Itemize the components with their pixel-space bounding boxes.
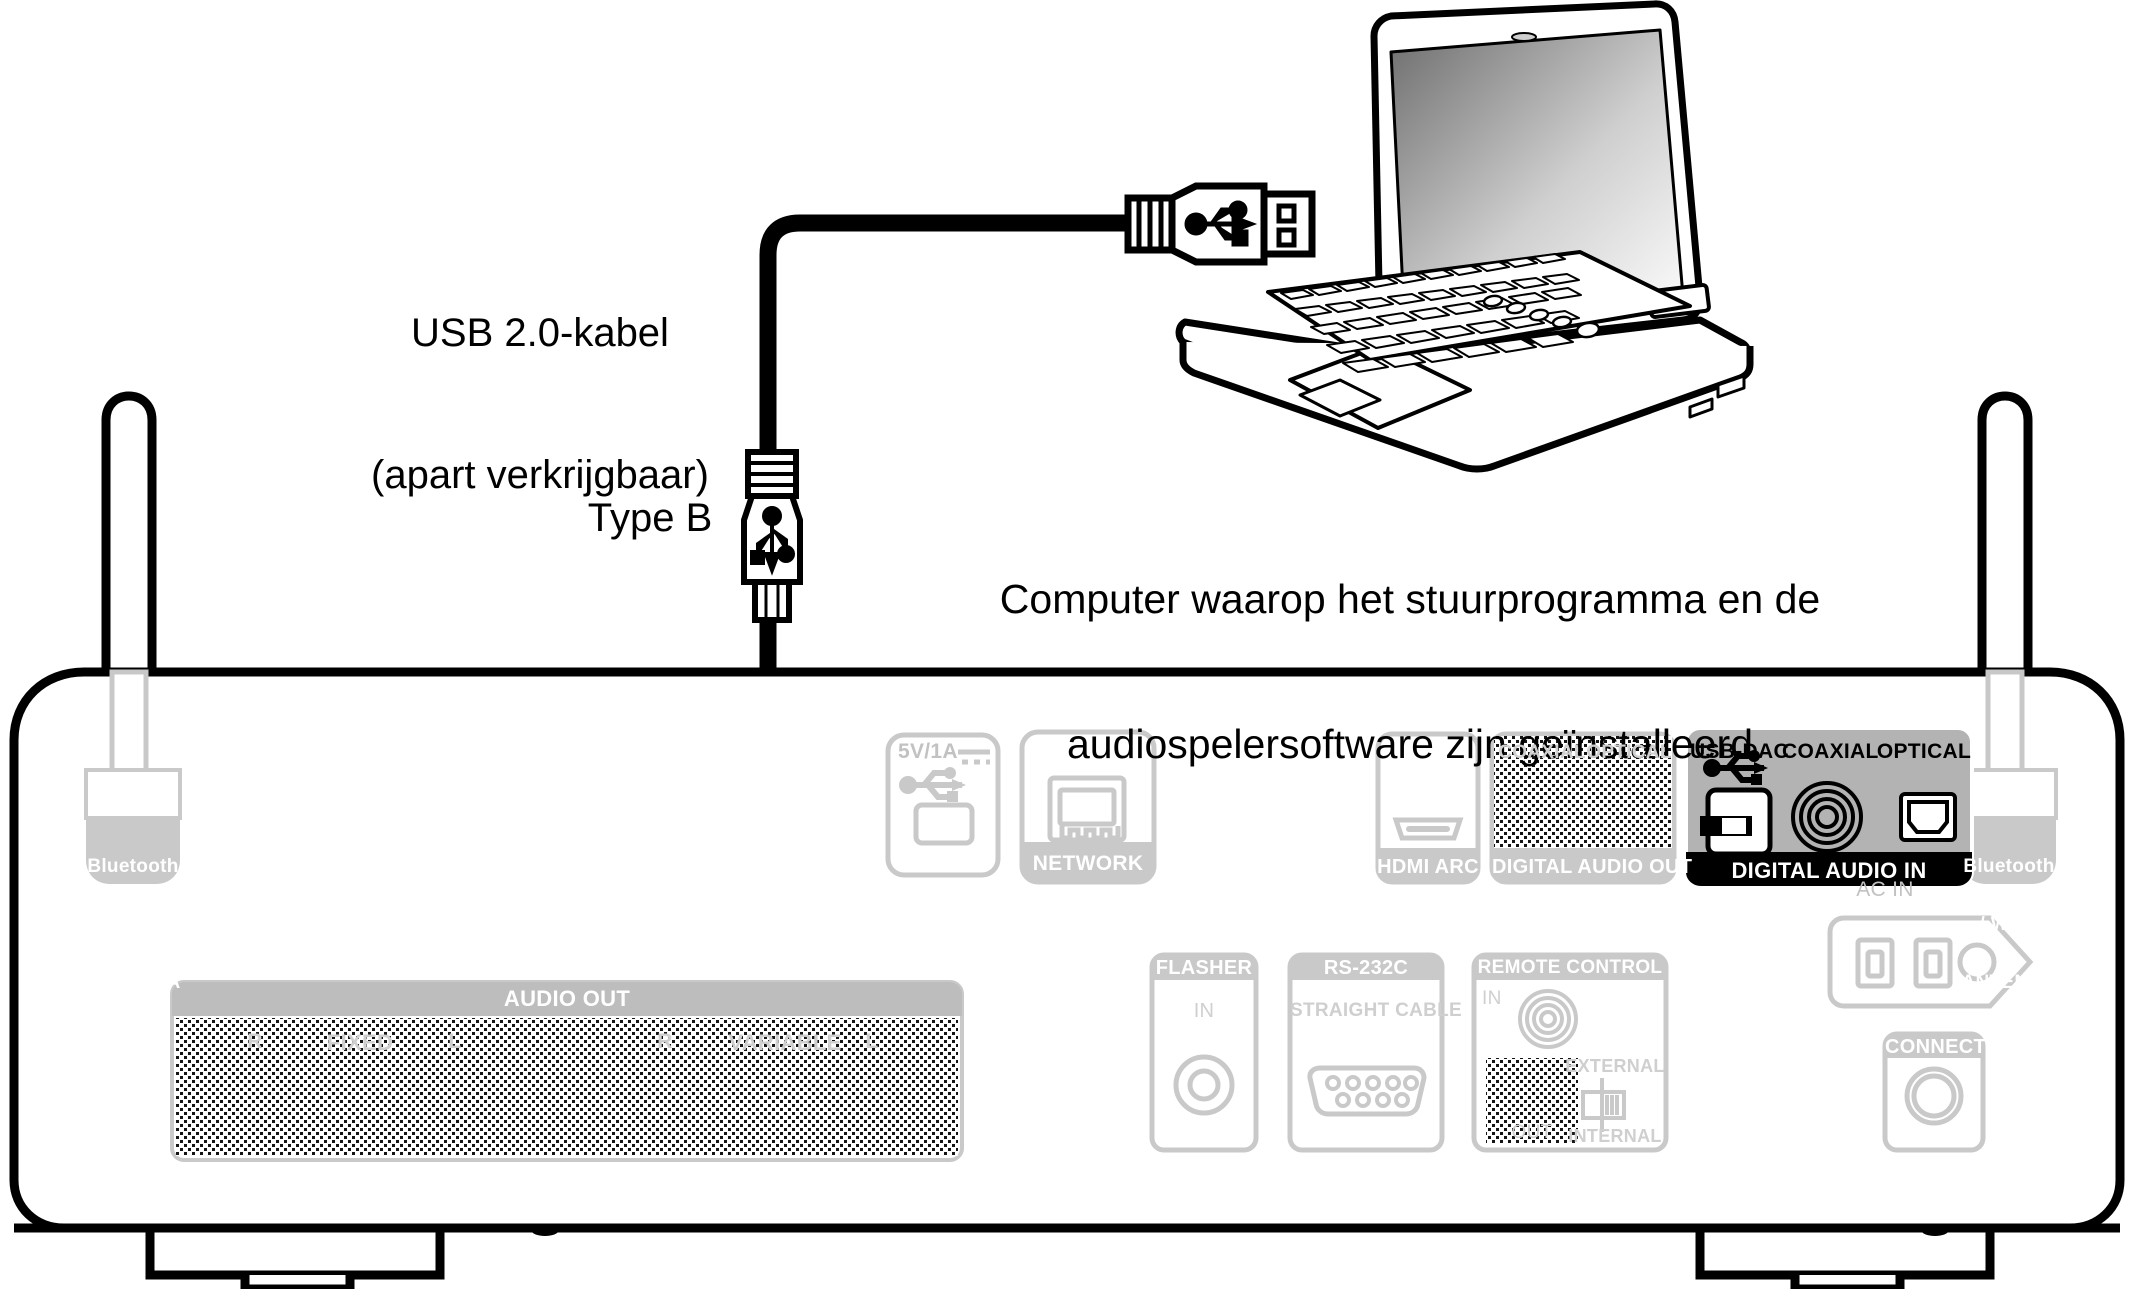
digital-audio-in-usb-dac-label: USB-DAC <box>1690 740 1789 763</box>
usb-type-a-plug <box>1124 182 1316 266</box>
computer-callout-line1: Computer waarop het stuurprogramma en de <box>999 575 1821 622</box>
diagram-canvas: USB 2.0-kabel (apart verkrijgbaar) Type … <box>0 0 2133 1289</box>
connect-label: CONNECT <box>1885 1036 1986 1058</box>
remote-control-panel <box>1471 952 1669 1153</box>
remote-control-out-label: OUT <box>1511 1122 1553 1143</box>
remote-control-label: REMOTE CONTROL <box>1477 957 1663 978</box>
usb-cable-callout-line2: (apart verkrijgbaar) <box>371 452 709 497</box>
audio-out-group-label: AUDIO OUT <box>503 986 631 1011</box>
antenna-label-right-line3: ANTENNA <box>1961 972 2057 993</box>
digital-audio-out-coaxial-label: COAXIAL <box>1498 742 1586 763</box>
audio-out-variable-label: VARIABLE <box>728 1030 842 1055</box>
remote-control-internal-label: INTERNAL <box>1568 1126 1662 1146</box>
computer-callout: Computer waarop het stuurprogramma en de… <box>960 478 1860 865</box>
antenna-label-left: Bluetooth / Wi-Fi ANTENNA <box>84 818 182 1031</box>
rs232c-cable-label: STRAIGHT CABLE <box>1290 1000 1463 1021</box>
usb-cable-callout-line1: USB 2.0-kabel <box>411 311 669 356</box>
audio-out-jack-label-r1: R <box>247 1030 263 1053</box>
antenna-right <box>1977 391 2033 685</box>
flasher-in-panel <box>1149 952 1259 1153</box>
flasher-label: FLASHER <box>1155 957 1253 979</box>
usb-power-rating-label: 5V/1A <box>898 740 958 763</box>
rs232c-label: RS-232C <box>1323 957 1409 979</box>
digital-audio-in-optical-label: OPTICAL <box>1876 740 1972 763</box>
optical-in-jack <box>1899 792 1957 842</box>
remote-control-in-label: IN <box>1482 988 1502 1009</box>
network-port-label: NETWORK <box>1032 852 1144 875</box>
antenna-label-right-line2: / Wi-Fi <box>1979 913 2039 935</box>
flasher-in-label: IN <box>1193 1000 1215 1022</box>
antenna-label-left-line3: ANTENNA <box>85 972 181 993</box>
digital-audio-out-group-label: DIGITAL AUDIO OUT <box>1492 856 1693 878</box>
ac-in-label: AC IN <box>1856 878 1914 901</box>
digital-audio-out-optical-label: OPTICAL <box>1586 742 1672 763</box>
connector-type-callout: Type B <box>587 496 713 540</box>
hdmi-arc-label: HDMI ARC <box>1377 856 1479 878</box>
audio-out-fixed-label: FIXED <box>326 1030 394 1055</box>
antenna-left <box>101 391 157 685</box>
antenna-label-left-line1: Bluetooth <box>87 855 179 877</box>
remote-control-external-label: EXTERNAL <box>1565 1056 1665 1076</box>
antenna-label-left-line2: / Wi-Fi <box>103 913 163 935</box>
antenna-label-right: Bluetooth / Wi-Fi ANTENNA <box>1960 818 2058 1031</box>
digital-audio-in-coaxial-label: COAXIAL <box>1782 740 1879 763</box>
antenna-label-right-line1: Bluetooth <box>1963 855 2055 877</box>
audio-out-jack-label-r2: R <box>657 1030 673 1053</box>
rs232c-panel <box>1287 952 1445 1153</box>
audio-out-jack-label-l1: L <box>448 1030 462 1053</box>
audio-out-jack-label-l2: L <box>865 1030 879 1053</box>
